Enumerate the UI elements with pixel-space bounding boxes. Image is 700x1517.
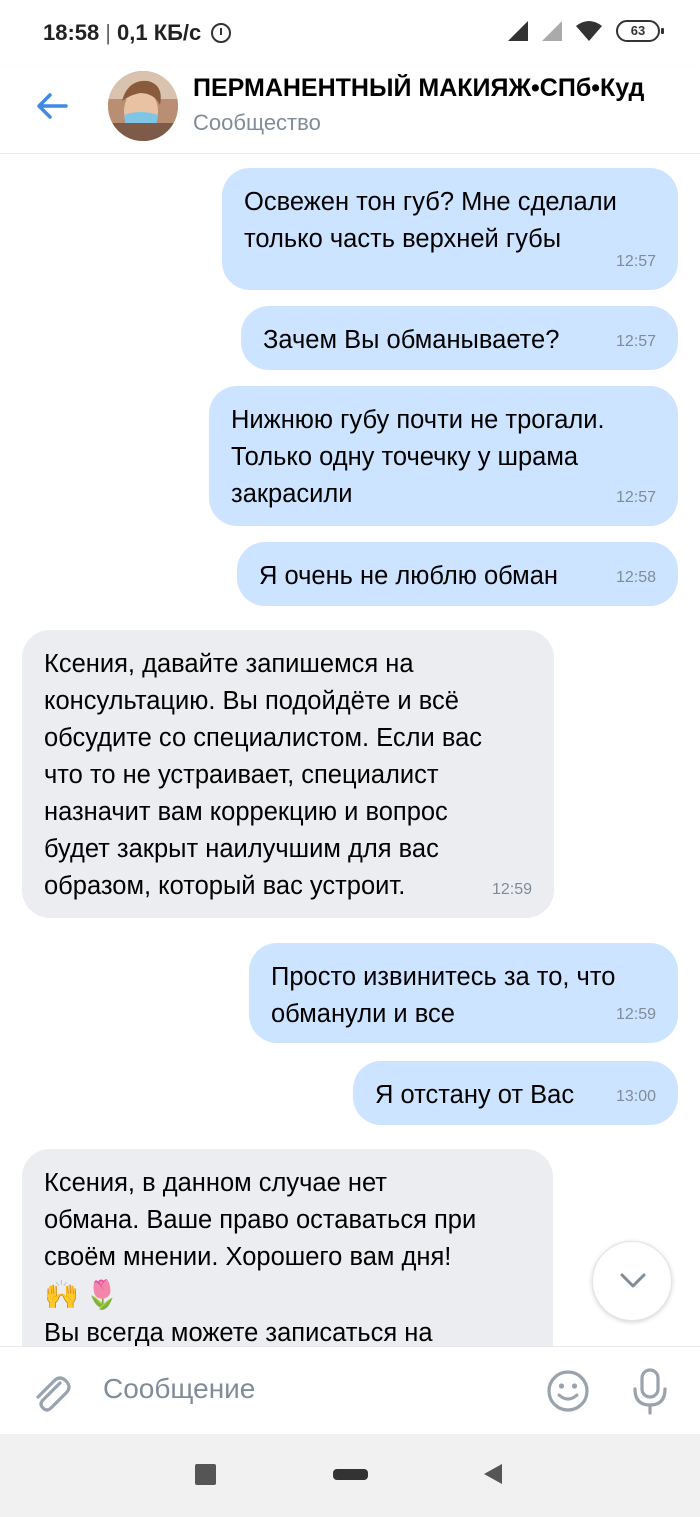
message-incoming[interactable]: Ксения, давайте запишемся на консультаци… bbox=[22, 630, 554, 918]
message-input[interactable]: Сообщение bbox=[103, 1373, 255, 1405]
message-text: Ксения, в данном случае нет обмана. Ваше… bbox=[44, 1169, 477, 1271]
battery-icon: 63 bbox=[616, 20, 664, 42]
chat-subtitle: Сообщество bbox=[193, 110, 321, 135]
status-time: 18:58 bbox=[43, 20, 100, 45]
system-navigation-bar bbox=[0, 1434, 700, 1517]
message-time: 12:58 bbox=[615, 569, 656, 586]
message-outgoing[interactable]: Нижнюю губу почти не трогали. Только одн… bbox=[209, 386, 678, 526]
emoji-reactions: 🙌🌷 bbox=[44, 1279, 126, 1310]
message-time: 13:00 bbox=[615, 1088, 656, 1105]
message-text: Нижнюю губу почти не трогали. Только одн… bbox=[231, 406, 605, 508]
back-button[interactable] bbox=[32, 86, 72, 126]
message-list[interactable]: Освежен тон губ? Мне сделали только част… bbox=[0, 154, 700, 1346]
wifi-icon bbox=[576, 20, 602, 42]
home-button[interactable] bbox=[333, 1469, 368, 1480]
message-time: 12:57 bbox=[615, 489, 656, 506]
voice-button[interactable] bbox=[630, 1367, 670, 1420]
status-right: 63 bbox=[508, 20, 664, 42]
signal-2-icon bbox=[542, 21, 562, 41]
message-time: 12:59 bbox=[491, 881, 532, 898]
paperclip-icon bbox=[36, 1376, 71, 1412]
recents-button[interactable] bbox=[195, 1464, 216, 1485]
system-back-button[interactable] bbox=[484, 1464, 502, 1484]
message-incoming[interactable]: Ксения, в данном случае нет обмана. Ваше… bbox=[22, 1149, 553, 1346]
message-outgoing[interactable]: Просто извинитесь за то, что обманули и … bbox=[249, 943, 678, 1043]
message-text: Я очень не люблю обман bbox=[259, 562, 558, 590]
message-time: 12:57 bbox=[615, 253, 656, 270]
message-text: Освежен тон губ? Мне сделали только част… bbox=[244, 188, 617, 253]
message-outgoing[interactable]: Освежен тон губ? Мне сделали только част… bbox=[222, 168, 678, 290]
message-text: Ксения, давайте запишемся на консультаци… bbox=[44, 650, 483, 900]
alarm-icon bbox=[211, 23, 232, 43]
message-text-continued: Вы всегда можете записаться на bbox=[44, 1319, 433, 1346]
status-left: 18:58 | 0,1 КБ/с bbox=[43, 20, 232, 46]
avatar[interactable] bbox=[108, 71, 178, 141]
smile-icon bbox=[547, 1370, 589, 1412]
message-composer: Сообщение bbox=[0, 1346, 700, 1434]
message-time: 12:57 bbox=[615, 333, 656, 350]
message-text: Зачем Вы обманываете? bbox=[263, 326, 560, 354]
status-bar: 18:58 | 0,1 КБ/с 63 bbox=[0, 0, 700, 66]
message-outgoing[interactable]: Зачем Вы обманываете? 12:57 bbox=[241, 306, 678, 370]
status-separator: | bbox=[105, 20, 111, 45]
message-outgoing[interactable]: Я отстану от Вас 13:00 bbox=[353, 1061, 678, 1125]
arrow-left-icon bbox=[37, 93, 68, 119]
microphone-icon bbox=[633, 1368, 667, 1415]
message-time: 12:59 bbox=[615, 1006, 656, 1023]
message-text: Я отстану от Вас bbox=[375, 1081, 575, 1109]
network-speed: 0,1 КБ/с bbox=[117, 20, 202, 45]
attach-button[interactable] bbox=[30, 1369, 72, 1418]
signal-icon bbox=[508, 21, 528, 41]
message-outgoing[interactable]: Я очень не люблю обман 12:58 bbox=[237, 542, 678, 606]
emoji-button[interactable] bbox=[546, 1369, 590, 1418]
chevron-down-icon bbox=[620, 1273, 646, 1288]
scroll-down-button[interactable] bbox=[592, 1241, 672, 1321]
message-text: Просто извинитесь за то, что обманули и … bbox=[271, 963, 616, 1028]
chat-header: ПЕРМАНЕНТНЫЙ МАКИЯЖ•СПб•Куд Сообщество bbox=[0, 66, 700, 154]
chat-title[interactable]: ПЕРМАНЕНТНЫЙ МАКИЯЖ•СПб•Куд bbox=[193, 74, 700, 103]
